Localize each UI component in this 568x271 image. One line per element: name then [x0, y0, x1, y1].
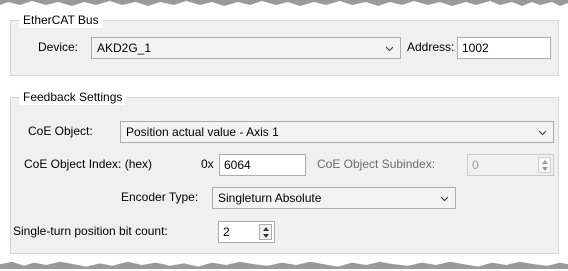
ethercat-bus-title: EtherCAT Bus: [19, 12, 103, 28]
bit-count-label: Single-turn position bit count:: [13, 224, 168, 238]
encoder-type-dropdown[interactable]: Singleturn Absolute: [212, 187, 456, 209]
address-value: 1002: [462, 41, 489, 55]
feedback-settings-title: Feedback Settings: [19, 89, 127, 105]
device-value: AKD2G_1: [97, 41, 152, 55]
coe-object-value: Position actual value - Axis 1: [126, 125, 279, 139]
device-dropdown[interactable]: AKD2G_1: [91, 37, 401, 59]
coe-subindex-value: 0: [472, 158, 479, 172]
coe-object-label: CoE Object:: [28, 124, 93, 138]
coe-subindex-label: CoE Object Subindex:: [317, 157, 436, 171]
coe-index-label: CoE Object Index: (hex): [24, 157, 153, 171]
coe-object-dropdown[interactable]: Position actual value - Axis 1: [120, 121, 554, 143]
encoder-type-label: Encoder Type:: [121, 190, 199, 204]
coe-index-value: 6064: [224, 158, 251, 172]
chevron-down-icon: [441, 196, 448, 202]
spin-arrows-icon: [538, 157, 551, 173]
chevron-down-icon: [386, 46, 393, 52]
chevron-down-icon: [539, 130, 546, 136]
ethercat-bus-group: EtherCAT Bus Device: AKD2G_1 Address: 10…: [10, 12, 559, 76]
bit-count-value: 2: [223, 225, 230, 239]
address-field[interactable]: 1002: [457, 37, 551, 59]
feedback-settings-group: Feedback Settings CoE Object: Position a…: [10, 89, 559, 254]
torn-edge-bottom: [0, 261, 568, 269]
spin-arrows-icon[interactable]: [259, 224, 272, 240]
coe-index-field[interactable]: 6064: [219, 154, 306, 176]
address-label: Address:: [407, 40, 455, 54]
device-label: Device:: [38, 40, 79, 54]
bit-count-spinbox[interactable]: 2: [218, 221, 275, 243]
encoder-type-value: Singleturn Absolute: [218, 191, 322, 205]
torn-edge-top: [0, 0, 568, 6]
coe-index-prefix: 0x: [201, 157, 214, 171]
coe-subindex-spinbox: 0: [467, 154, 554, 176]
